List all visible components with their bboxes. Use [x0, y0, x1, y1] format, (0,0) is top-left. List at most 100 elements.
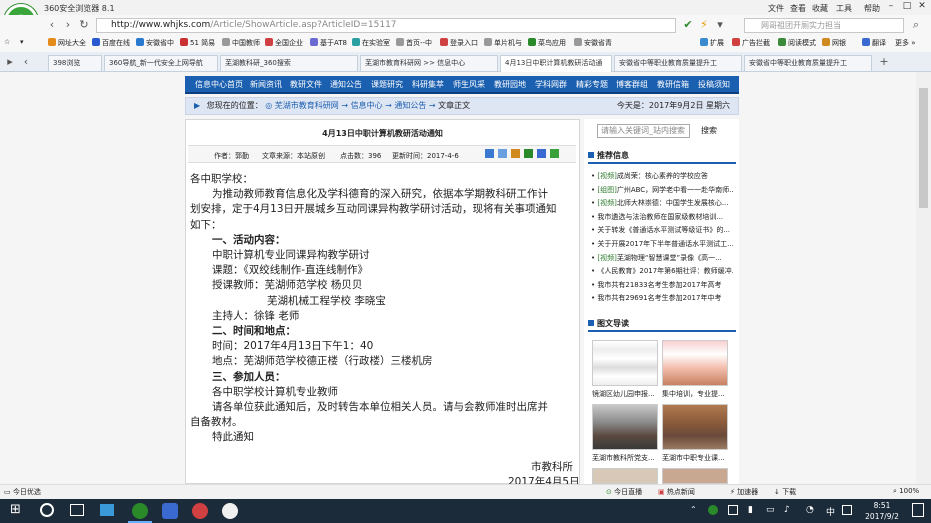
gallery-image-2[interactable] [592, 404, 658, 450]
bookmarks-toggle-icon[interactable]: ☆ [4, 38, 10, 46]
status-download[interactable]: ↓ 下载 [774, 487, 796, 497]
gallery-image-5[interactable] [662, 468, 728, 484]
bookmark-7[interactable]: 在实验室 [352, 38, 390, 48]
bookmark-3[interactable]: 51 简易 [180, 38, 215, 48]
nav-item-0[interactable]: 信息中心首页 [195, 79, 243, 90]
recommend-item[interactable]: • [视频]芜湖物理“智慧课堂”录像《高一... [591, 253, 733, 263]
nav-item-8[interactable]: 学科网群 [535, 79, 567, 90]
gallery-image-3[interactable] [662, 404, 728, 450]
windows-start-icon[interactable]: ⊞ [10, 503, 24, 517]
tray-network-icon[interactable]: ▮ [748, 505, 753, 515]
gallery-caption-3[interactable]: 芜湖市中职专业课... [662, 453, 732, 463]
nav-item-10[interactable]: 博客群组 [616, 79, 648, 90]
new-tab-icon[interactable]: + [876, 54, 892, 70]
tab-4[interactable]: 4月13日中职计算机教研活动通 [500, 55, 612, 72]
gallery-image-1[interactable] [662, 340, 728, 386]
bookmarks-collapse-icon[interactable]: ▾ [20, 38, 24, 46]
app-icon-2[interactable] [192, 503, 208, 519]
bookmark-9[interactable]: 登录入口 [440, 38, 478, 48]
bookmark-1[interactable]: 百度在线 [92, 38, 130, 48]
favorite-icon[interactable] [524, 149, 533, 158]
nav-item-7[interactable]: 教研园地 [494, 79, 526, 90]
tab-list-icon[interactable]: ▸ [2, 54, 18, 70]
nav-item-1[interactable]: 新闻资讯 [250, 79, 282, 90]
address-input[interactable]: http://www.whjks.com/Article/ShowArticle… [96, 18, 676, 33]
nav-item-3[interactable]: 通知公告 [330, 79, 362, 90]
bank-button[interactable]: 网银 [822, 38, 846, 48]
nav-item-11[interactable]: 教研信箱 [657, 79, 689, 90]
zoom-level[interactable]: ⌕ 100% [893, 487, 919, 496]
tray-battery-icon[interactable]: ▭ [766, 505, 775, 515]
minimize-icon[interactable]: – [884, 1, 898, 13]
close-window-icon[interactable] [550, 149, 559, 158]
recommend-item[interactable]: • 我市遴选与法治教师在国家级教材培训... [591, 212, 733, 222]
tray-wifi-icon[interactable]: ◔ [806, 505, 814, 515]
bookmark-2[interactable]: 安徽省中 [136, 38, 174, 48]
security-icon[interactable]: ✔ [680, 17, 696, 33]
nav-item-9[interactable]: 精彩专题 [576, 79, 608, 90]
recommend-item[interactable]: • 我市共有29691名考生参加2017年中考 [591, 293, 733, 303]
tab-2[interactable]: 芜湖教科研_360搜索 [220, 55, 358, 71]
tab-1[interactable]: 360导航_新一代安全上网导航 [104, 55, 218, 71]
cortana-search-icon[interactable] [40, 503, 54, 517]
back-icon[interactable]: ‹ [44, 17, 60, 33]
app-icon-1[interactable] [162, 503, 178, 519]
nav-item-5[interactable]: 科研集萃 [412, 79, 444, 90]
nav-item-6[interactable]: 师生风采 [453, 79, 485, 90]
print-icon[interactable] [511, 149, 520, 158]
tab-0[interactable]: 398浏览 [48, 55, 102, 71]
search-icon[interactable]: ⌕ [908, 17, 924, 33]
more-button[interactable]: 更多 » [895, 38, 916, 48]
app-icon-3[interactable] [222, 503, 238, 519]
share-icon[interactable] [485, 149, 494, 158]
font-size-icon[interactable] [498, 149, 507, 158]
recommend-item[interactable]: • 我市共有21833名考生参加2017年高考 [591, 280, 733, 290]
gallery-caption-0[interactable]: 镜湖区幼儿园申报... [592, 389, 662, 399]
browser-taskbar-icon[interactable] [132, 503, 148, 519]
clock-date[interactable]: 2017/9/2 [860, 512, 904, 521]
tray-expand-icon[interactable]: ⌃ [690, 505, 697, 514]
breadcrumb-item-2[interactable]: 通知公告 [394, 101, 426, 110]
tray-volume-icon[interactable]: ♪ [784, 505, 790, 515]
adblock-button[interactable]: 广告拦截 [732, 38, 770, 48]
site-search-button[interactable]: 搜索 [694, 124, 724, 138]
forward-icon[interactable]: › [60, 17, 76, 33]
edge-icon[interactable] [100, 504, 114, 516]
tab-back-icon[interactable]: ‹ [18, 54, 34, 70]
bookmark-5[interactable]: 全国企业 [265, 38, 303, 48]
browser-search-input[interactable]: 网哥祖团开厕实力担当 [744, 18, 904, 33]
status-left[interactable]: ▭ 今日优选 [4, 487, 41, 497]
maximize-icon[interactable]: □ [900, 1, 914, 13]
bookmark-12[interactable]: 安徽省青 [574, 38, 612, 48]
bookmark-8[interactable]: 首页--中 [396, 38, 432, 48]
tray-shield-icon[interactable] [728, 505, 738, 515]
recommend-item[interactable]: • [组图]广州ABC，网学老中看一一赴华南师... [591, 185, 733, 195]
nav-item-12[interactable]: 投稿须知 [698, 79, 730, 90]
bookmark-11[interactable]: 菜鸟应用 [528, 38, 566, 48]
gallery-image-4[interactable] [592, 468, 658, 484]
reload-icon[interactable]: ↻ [76, 17, 92, 33]
gallery-image-0[interactable] [592, 340, 658, 386]
gallery-caption-1[interactable]: 集中培训，专业提... [662, 389, 732, 399]
email-icon[interactable] [537, 149, 546, 158]
nav-item-4[interactable]: 课题研究 [371, 79, 403, 90]
chevron-down-icon[interactable]: ▾ [712, 17, 728, 33]
menu-help[interactable]: 帮助 [864, 3, 880, 14]
recommend-item[interactable]: • [视频]北师大林崇德：中国学生发展核心... [591, 198, 733, 208]
recommend-item[interactable]: • 关于转发《普通话水平测试等级证书》的... [591, 225, 733, 235]
close-icon[interactable]: ✕ [915, 1, 929, 13]
site-search-input[interactable]: 请输入关键词_站内搜索 [597, 124, 690, 138]
reader-mode-button[interactable]: 阅读模式 [778, 38, 816, 48]
menu-view[interactable]: 查看 [790, 3, 806, 14]
status-news[interactable]: ▣ 热点新闻 [658, 487, 695, 497]
menu-file[interactable]: 文件 [768, 3, 784, 14]
tray-keyboard-icon[interactable] [842, 505, 852, 515]
task-view-icon[interactable] [70, 504, 84, 516]
menu-favorites[interactable]: 收藏 [812, 3, 828, 14]
recommend-item[interactable]: • 关于开展2017年下半年普通话水平测试工... [591, 239, 733, 249]
bookmark-0[interactable]: 网址大全 [48, 38, 86, 48]
bookmark-6[interactable]: 基于AT8 [310, 38, 347, 48]
extensions-button[interactable]: 扩展 [700, 38, 724, 48]
status-accelerator[interactable]: ⚡ 加速器 [730, 487, 758, 497]
recommend-item[interactable]: • 《人民教育》2017年第6期社评：教师缓冲... [591, 266, 733, 276]
